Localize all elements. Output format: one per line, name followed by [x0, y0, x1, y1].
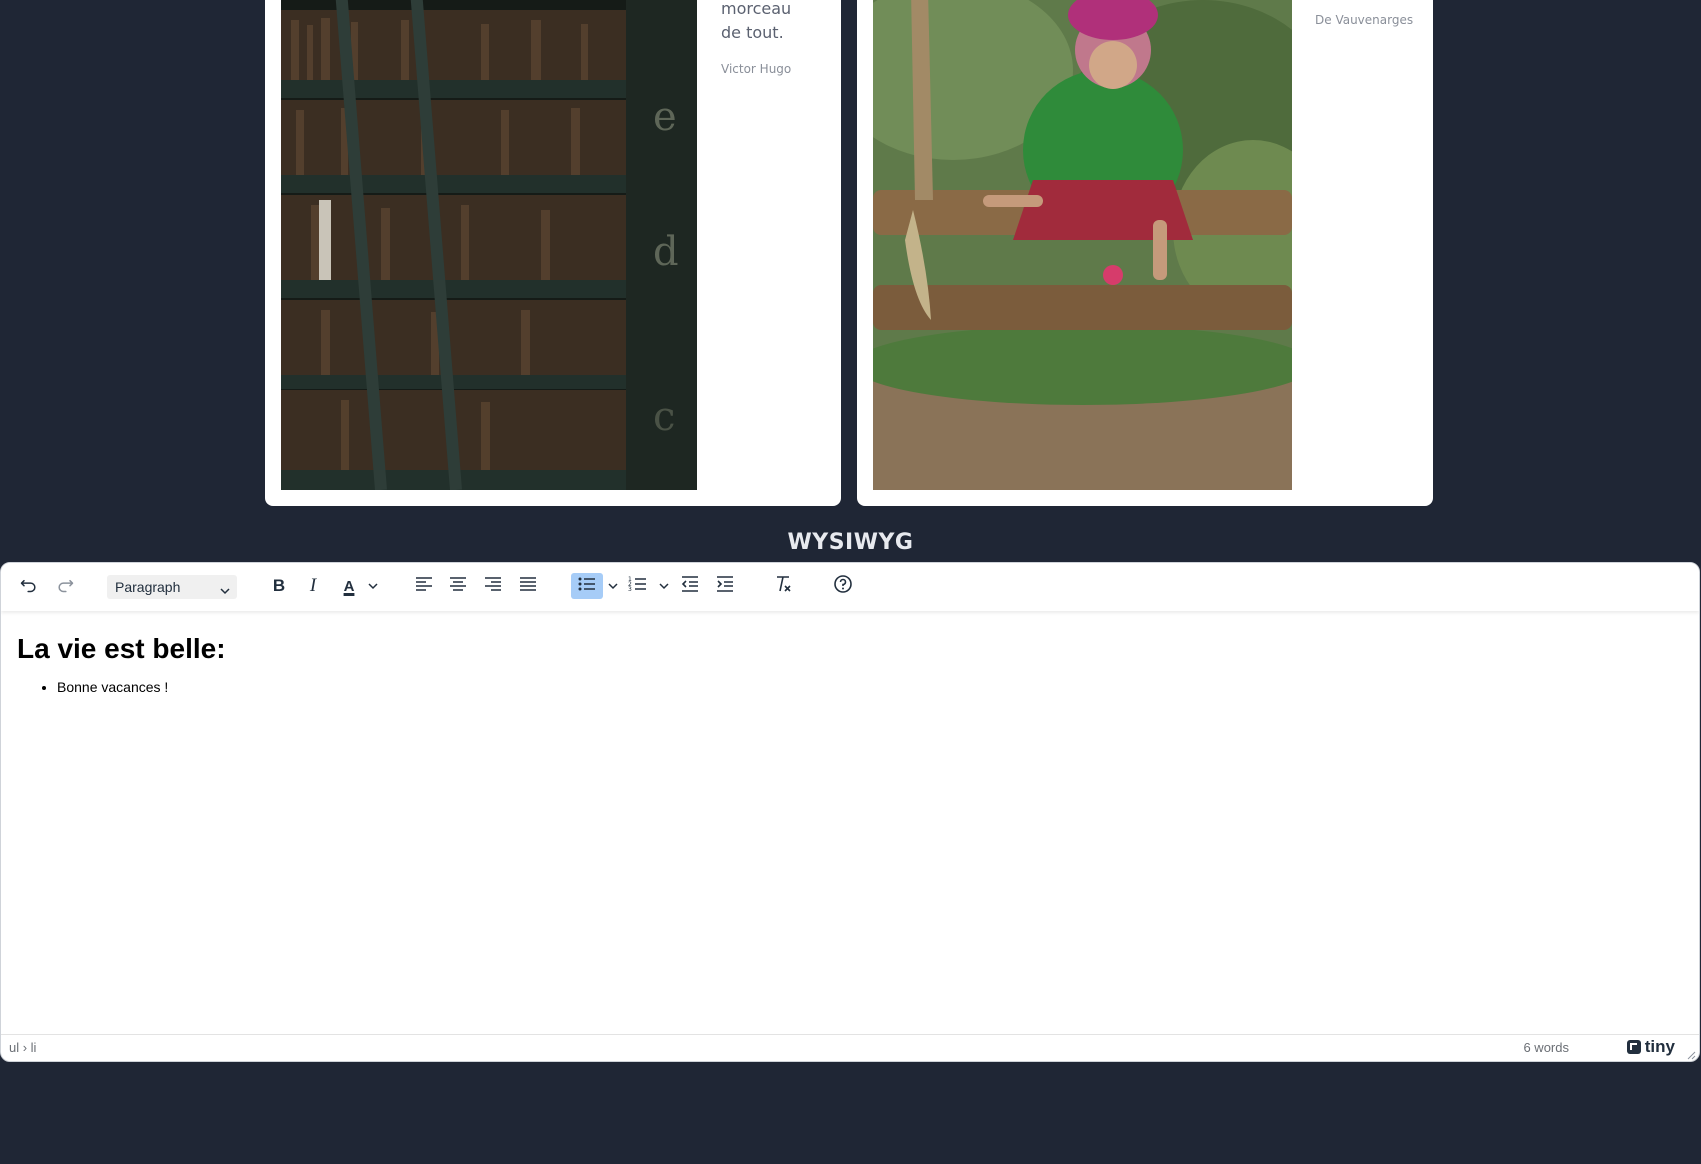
clear-formatting-icon — [773, 574, 793, 599]
redo-icon — [55, 574, 75, 599]
outdent-icon — [680, 574, 700, 599]
editor-statusbar: ul › li 6 words tiny — [1, 1034, 1699, 1061]
element-path[interactable]: ul › li — [9, 1040, 36, 1055]
quote-author: Victor Hugo — [721, 62, 792, 76]
resize-handle-icon[interactable] — [1686, 1048, 1696, 1060]
bullet-list-button[interactable] — [571, 573, 603, 599]
svg-text:c: c — [653, 394, 675, 440]
help-button[interactable] — [829, 573, 857, 599]
quote-card-vauvenarges: De Vauvenarges — [857, 0, 1433, 506]
content-list[interactable]: Bonne vacances ! — [17, 679, 1683, 695]
align-left-icon — [414, 574, 434, 599]
editor-content[interactable]: La vie est belle: Bonne vacances ! — [17, 633, 1683, 695]
chevron-down-icon — [219, 580, 231, 595]
tiny-logo-icon — [1626, 1040, 1641, 1054]
svg-text:3: 3 — [628, 586, 632, 593]
bold-button[interactable]: B — [265, 573, 293, 599]
undo-icon — [19, 574, 39, 599]
wysiwyg-editor: Paragraph B I A 1 2 3 La vie est belle: … — [0, 562, 1700, 1062]
align-center-button[interactable] — [444, 573, 472, 599]
bullet-list-icon — [577, 574, 597, 599]
child-on-swing-photo — [873, 0, 1292, 490]
numbered-list-dropdown[interactable] — [658, 579, 670, 593]
bold-icon: B — [272, 576, 286, 595]
svg-text:e: e — [653, 94, 677, 140]
svg-text:d: d — [653, 229, 679, 275]
block-format-value: Paragraph — [115, 579, 181, 595]
tiny-brand-text: tiny — [1644, 1037, 1675, 1056]
text-color-button[interactable]: A — [335, 573, 363, 599]
text-color-dropdown[interactable] — [367, 579, 379, 593]
editor-toolbar: Paragraph B I A 1 2 3 — [1, 563, 1699, 611]
library-bookshelf-photo: e d c — [281, 0, 697, 490]
outdent-button[interactable] — [676, 573, 704, 599]
undo-button[interactable] — [15, 573, 43, 599]
chevron-down-icon — [367, 579, 379, 596]
align-justify-button[interactable] — [514, 573, 542, 599]
list-item[interactable]: Bonne vacances ! — [57, 679, 1683, 695]
indent-icon — [715, 574, 735, 599]
block-format-select[interactable]: Paragraph — [107, 575, 237, 599]
quote-text: morceau de tout. — [721, 0, 792, 42]
clear-formatting-button[interactable] — [769, 573, 797, 599]
align-right-button[interactable] — [479, 573, 507, 599]
align-justify-icon — [518, 574, 538, 599]
quote-author: De Vauvenarges — [1315, 13, 1414, 27]
content-heading[interactable]: La vie est belle: — [17, 633, 1683, 665]
chevron-down-icon — [658, 579, 670, 596]
align-right-icon — [483, 574, 503, 599]
italic-button[interactable]: I — [299, 573, 327, 599]
align-center-icon — [448, 574, 468, 599]
align-left-button[interactable] — [410, 573, 438, 599]
redo-button[interactable] — [51, 573, 79, 599]
numbered-list-icon: 123 — [628, 574, 648, 599]
help-icon — [833, 574, 853, 599]
numbered-list-button[interactable]: 123 — [624, 573, 652, 599]
text-color-icon: A — [343, 577, 355, 595]
section-title: WYSIWYG — [787, 530, 914, 555]
chevron-down-icon — [607, 579, 619, 596]
italic-icon: I — [309, 575, 317, 596]
quote-card-hugo: e d c morceau de tout. Victor Hugo — [265, 0, 841, 506]
word-count[interactable]: 6 words — [1523, 1040, 1569, 1055]
bullet-list-dropdown[interactable] — [607, 579, 619, 593]
indent-button[interactable] — [711, 573, 739, 599]
tiny-logo[interactable]: tiny — [1626, 1037, 1675, 1057]
